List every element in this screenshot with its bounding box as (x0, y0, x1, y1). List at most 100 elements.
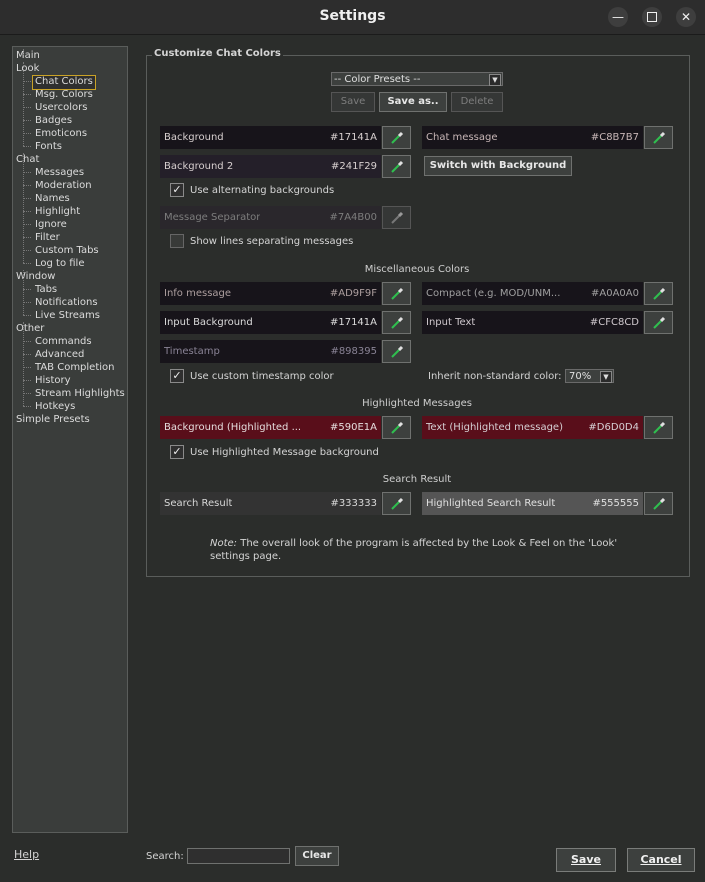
search-result-picker-button[interactable] (382, 492, 411, 515)
custom-timestamp-label: Use custom timestamp color (190, 371, 334, 382)
switch-with-background-button[interactable]: Switch with Background (424, 156, 572, 176)
input-background-picker-button[interactable] (382, 311, 411, 334)
help-link[interactable]: Help (14, 848, 39, 861)
highlighted-search-result-color-field[interactable]: Highlighted Search Result #555555 (422, 492, 643, 515)
nav-item-simple-presets[interactable]: Simple Presets (16, 413, 90, 426)
nav-item-advanced[interactable]: Advanced (35, 348, 84, 361)
eyedropper-icon (391, 287, 404, 300)
nav-item-stream-highlights[interactable]: Stream Highlights (35, 387, 125, 400)
background2-hex: #241F29 (331, 161, 377, 172)
nav-item-tabs[interactable]: Tabs (35, 283, 57, 296)
tree-connector (23, 263, 31, 264)
timestamp-color-field[interactable]: Timestamp #898395 (160, 340, 381, 363)
highlighted-search-result-picker-button[interactable] (644, 492, 673, 515)
nav-item-fonts[interactable]: Fonts (35, 140, 62, 153)
info-message-hex: #AD9F9F (329, 288, 377, 299)
nav-item-tab-completion[interactable]: TAB Completion (35, 361, 115, 374)
inherit-color-combo[interactable]: 70% ▼ (565, 369, 614, 383)
tree-connector (23, 354, 31, 355)
background-picker-button[interactable] (382, 126, 411, 149)
input-text-color-field[interactable]: Input Text #CFC8CD (422, 311, 643, 334)
chat-message-picker-button[interactable] (644, 126, 673, 149)
compact-color-field[interactable]: Compact (e.g. MOD/UNM... #A0A0A0 (422, 282, 643, 305)
tree-connector (23, 393, 31, 394)
eyedropper-icon (391, 345, 404, 358)
preset-save-as-button[interactable]: Save as.. (379, 92, 447, 112)
separator-color-field[interactable]: Message Separator #7A4B00 (160, 206, 381, 229)
nav-item-notifications[interactable]: Notifications (35, 296, 98, 309)
nav-item-hotkeys[interactable]: Hotkeys (35, 400, 75, 413)
use-highlight-bg-checkbox[interactable]: ✓ (170, 445, 184, 459)
tree-connector (23, 107, 31, 108)
nav-item-highlight[interactable]: Highlight (35, 205, 80, 218)
chevron-down-icon: ▼ (600, 371, 612, 383)
close-button[interactable]: ✕ (676, 7, 696, 27)
nav-item-usercolors[interactable]: Usercolors (35, 101, 87, 114)
tree-connector (23, 237, 31, 238)
maximize-button[interactable] (642, 7, 662, 27)
nav-item-window[interactable]: Window (16, 270, 55, 283)
nav-item-badges[interactable]: Badges (35, 114, 72, 127)
nav-item-custom-tabs[interactable]: Custom Tabs (35, 244, 99, 257)
color-presets-combo[interactable]: -- Color Presets -- ▼ (331, 72, 503, 86)
info-message-picker-button[interactable] (382, 282, 411, 305)
nav-item-moderation[interactable]: Moderation (35, 179, 92, 192)
show-lines-checkbox[interactable] (170, 234, 184, 248)
nav-item-commands[interactable]: Commands (35, 335, 92, 348)
separator-picker-button[interactable] (382, 206, 411, 229)
clear-button[interactable]: Clear (295, 846, 339, 866)
color-presets-value: -- Color Presets -- (334, 74, 421, 85)
nav-item-history[interactable]: History (35, 374, 71, 387)
use-highlight-bg-label: Use Highlighted Message background (190, 447, 379, 458)
background2-color-field[interactable]: Background 2 #241F29 (160, 155, 381, 178)
minimize-button[interactable]: — (608, 7, 628, 27)
tree-connector (23, 406, 31, 407)
custom-timestamp-checkbox[interactable]: ✓ (170, 369, 184, 383)
highlight-text-picker-button[interactable] (644, 416, 673, 439)
tree-connector (23, 133, 31, 134)
highlight-background-picker-button[interactable] (382, 416, 411, 439)
compact-label: Compact (e.g. MOD/UNM... (426, 288, 561, 299)
settings-nav-tree: Main Look Chat Colors Msg. Colors Usercolors… (12, 46, 128, 833)
nav-item-look[interactable]: Look (16, 62, 39, 75)
timestamp-picker-button[interactable] (382, 340, 411, 363)
highlight-text-color-field[interactable]: Text (Highlighted message) #D6D0D4 (422, 416, 643, 439)
use-alternating-checkbox[interactable]: ✓ (170, 183, 184, 197)
preset-delete-button[interactable]: Delete (451, 92, 503, 112)
separator-label: Message Separator (164, 212, 261, 223)
tree-connector (23, 146, 31, 147)
save-button[interactable]: Save (556, 848, 616, 872)
tree-connector (23, 49, 24, 55)
highlighted-messages-title: Highlighted Messages (362, 398, 472, 409)
search-input[interactable] (187, 848, 290, 864)
nav-item-other[interactable]: Other (16, 322, 44, 335)
nav-item-filter[interactable]: Filter (35, 231, 60, 244)
nav-item-live-streams[interactable]: Live Streams (35, 309, 100, 322)
nav-item-msg-colors[interactable]: Msg. Colors (35, 88, 93, 101)
nav-item-emoticons[interactable]: Emoticons (35, 127, 87, 140)
nav-item-log-to-file[interactable]: Log to file (35, 257, 85, 270)
cancel-button[interactable]: Cancel (627, 848, 695, 872)
nav-item-chat[interactable]: Chat (16, 153, 39, 166)
highlight-background-color-field[interactable]: Background (Highlighted ... #590E1A (160, 416, 381, 439)
tree-connector (23, 341, 31, 342)
preset-save-button[interactable]: Save (331, 92, 375, 112)
input-text-picker-button[interactable] (644, 311, 673, 334)
compact-picker-button[interactable] (644, 282, 673, 305)
tree-connector (23, 153, 24, 263)
nav-item-messages[interactable]: Messages (35, 166, 84, 179)
nav-item-ignore[interactable]: Ignore (35, 218, 67, 231)
tree-connector (23, 289, 31, 290)
background2-picker-button[interactable] (382, 155, 411, 178)
search-result-color-field[interactable]: Search Result #333333 (160, 492, 381, 515)
input-text-label: Input Text (426, 317, 476, 328)
info-message-color-field[interactable]: Info message #AD9F9F (160, 282, 381, 305)
eyedropper-icon (391, 497, 404, 510)
nav-item-main[interactable]: Main (16, 49, 40, 62)
background-color-field[interactable]: Background #17141A (160, 126, 381, 149)
tree-connector (23, 94, 31, 95)
nav-item-names[interactable]: Names (35, 192, 70, 205)
input-background-color-field[interactable]: Input Background #17141A (160, 311, 381, 334)
chat-message-color-field[interactable]: Chat message #C8B7B7 (422, 126, 643, 149)
inherit-color-label: Inherit non-standard color: (428, 371, 562, 382)
